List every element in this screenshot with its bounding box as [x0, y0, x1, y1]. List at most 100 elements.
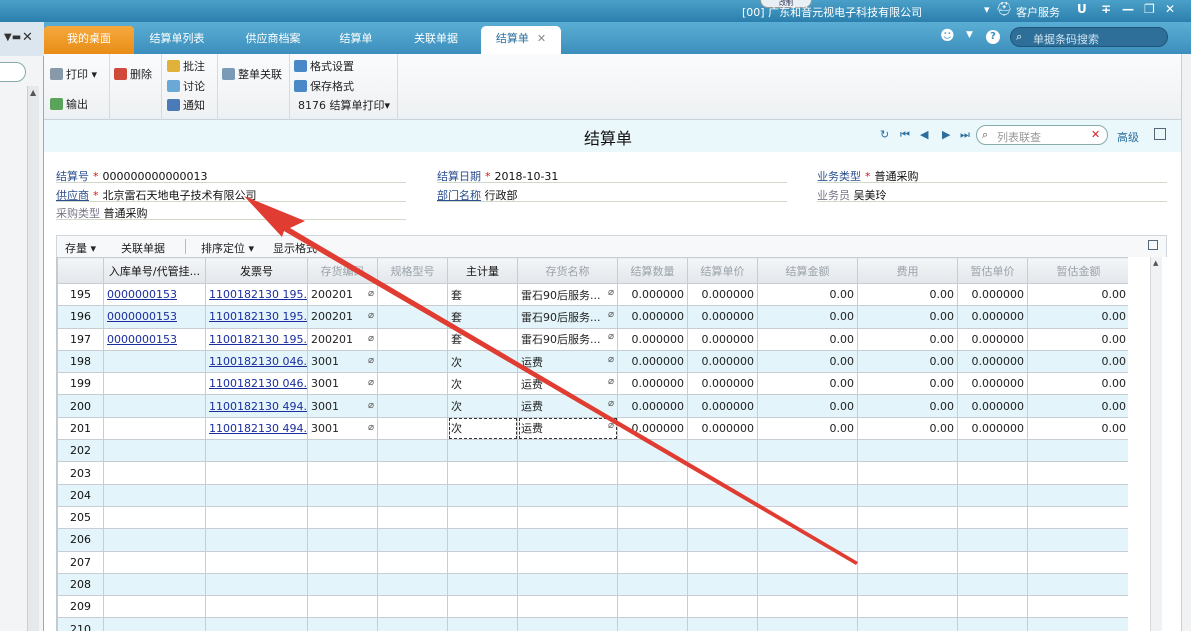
- table-row[interactable]: 199 1100182130 046... 3001 ⌀ 次 运费 ⌀ 0.000000 0.0…: [57, 372, 1128, 396]
- grid-scrollbar[interactable]: ▲: [1150, 257, 1162, 631]
- qty-cell[interactable]: 0.000000: [617, 282, 688, 307]
- code-cell[interactable]: [307, 461, 378, 485]
- stock-button[interactable]: 存量 ▾: [65, 240, 96, 256]
- fee-cell[interactable]: 0.00: [857, 349, 958, 374]
- paperclip-icon[interactable]: ⌀: [608, 420, 614, 431]
- invoice-cell[interactable]: 1100182130 195...: [205, 282, 308, 307]
- name-cell[interactable]: [517, 461, 618, 485]
- invoice-cell[interactable]: 1100182130 046...: [205, 349, 308, 374]
- spec-cell[interactable]: [377, 372, 448, 396]
- field-supplier[interactable]: 供应商 * 北京雷石天地电子技术有限公司: [56, 187, 406, 203]
- last-record-icon[interactable]: ⏭: [960, 128, 970, 142]
- price-cell[interactable]: [687, 528, 758, 552]
- est-amount-cell[interactable]: [1027, 617, 1128, 631]
- col-header-price[interactable]: 结算单价: [687, 257, 758, 284]
- spec-cell[interactable]: [377, 528, 448, 552]
- name-cell[interactable]: [517, 617, 618, 631]
- discuss-button[interactable]: 讨论: [167, 78, 205, 94]
- unit-cell[interactable]: [447, 528, 518, 552]
- qty-cell[interactable]: 0.000000: [617, 372, 688, 396]
- est-amount-cell[interactable]: [1027, 528, 1128, 552]
- amount-cell[interactable]: 0.00: [757, 349, 858, 374]
- price-cell[interactable]: 0.000000: [687, 349, 758, 374]
- est-price-cell[interactable]: [957, 617, 1028, 631]
- col-header-inbound[interactable]: 入库单号/代管挂...: [103, 257, 206, 284]
- smile-icon[interactable]: ☻: [940, 28, 955, 44]
- paperclip-icon[interactable]: ⌀: [368, 333, 374, 344]
- spec-cell[interactable]: [377, 617, 448, 631]
- tab-desktop[interactable]: 我的桌面: [44, 26, 134, 54]
- col-header-fee[interactable]: 费用: [857, 257, 958, 284]
- name-cell[interactable]: [517, 528, 618, 552]
- invoice-cell[interactable]: [205, 595, 308, 619]
- table-row[interactable]: 200 1100182130 494... 3001 ⌀ 次 运费 ⌀ 0.000000 0.0…: [57, 394, 1128, 418]
- code-cell[interactable]: [307, 528, 378, 552]
- code-cell[interactable]: [307, 595, 378, 619]
- unit-cell[interactable]: 套: [447, 282, 518, 307]
- field-purchase-type[interactable]: 采购类型 普通采购: [56, 205, 406, 221]
- table-row[interactable]: 207: [57, 550, 1128, 574]
- invoice-cell[interactable]: [205, 572, 308, 597]
- tab-supplier-file[interactable]: 供应商档案: [230, 26, 316, 54]
- qty-cell[interactable]: 0.000000: [617, 394, 688, 418]
- spec-cell[interactable]: [377, 305, 448, 329]
- inbound-cell[interactable]: [103, 372, 206, 396]
- inbound-cell[interactable]: [103, 505, 206, 530]
- spec-cell[interactable]: [377, 439, 448, 463]
- unit-cell[interactable]: [447, 461, 518, 485]
- unit-cell[interactable]: [447, 483, 518, 507]
- spec-cell[interactable]: [377, 483, 448, 507]
- paperclip-icon[interactable]: ⌀: [608, 376, 614, 387]
- first-record-icon[interactable]: ⏮: [900, 128, 910, 142]
- invoice-cell[interactable]: [205, 483, 308, 507]
- table-row[interactable]: 197 0000000153 1100182130 195... 200201 ⌀ 套 雷石…: [57, 327, 1128, 351]
- code-cell[interactable]: [307, 617, 378, 631]
- est-amount-cell[interactable]: [1027, 483, 1128, 507]
- scroll-up-icon[interactable]: ▲: [1153, 259, 1158, 267]
- est-amount-cell[interactable]: 0.00: [1027, 394, 1128, 418]
- table-row[interactable]: 198 1100182130 046... 3001 ⌀ 次 运费 ⌀ 0.000000 0.0…: [57, 349, 1128, 374]
- delete-button[interactable]: 删除: [114, 66, 152, 82]
- est-amount-cell[interactable]: 0.00: [1027, 416, 1128, 441]
- code-cell[interactable]: [307, 550, 378, 574]
- paperclip-icon[interactable]: ⌀: [368, 422, 374, 433]
- restore-icon[interactable]: ❐: [1144, 2, 1155, 16]
- close-icon[interactable]: ✕: [1165, 2, 1175, 16]
- est-price-cell[interactable]: [957, 528, 1028, 552]
- name-cell[interactable]: [517, 483, 618, 507]
- code-cell[interactable]: 200201 ⌀: [307, 305, 378, 329]
- code-cell[interactable]: 3001 ⌀: [307, 416, 378, 441]
- invoice-link[interactable]: 1100182130 046...: [209, 355, 307, 368]
- col-header-qty[interactable]: 结算数量: [617, 257, 688, 284]
- col-header-est-amount[interactable]: 暂估金额: [1027, 257, 1128, 284]
- code-cell[interactable]: 200201 ⌀: [307, 282, 378, 307]
- qty-cell[interactable]: [617, 528, 688, 552]
- fee-cell[interactable]: [857, 461, 958, 485]
- notify-button[interactable]: 通知: [167, 97, 205, 113]
- price-cell[interactable]: [687, 595, 758, 619]
- code-cell[interactable]: [307, 483, 378, 507]
- code-cell[interactable]: 3001 ⌀: [307, 349, 378, 374]
- panel-close-icon[interactable]: ✕: [22, 30, 33, 45]
- tab-close-icon[interactable]: ✕: [537, 32, 546, 45]
- tab-settlement[interactable]: 结算单: [324, 26, 388, 54]
- inbound-cell[interactable]: [103, 394, 206, 418]
- table-row[interactable]: 204: [57, 483, 1128, 507]
- col-header-code[interactable]: 存货编码: [307, 257, 378, 284]
- spec-cell[interactable]: [377, 349, 448, 374]
- name-cell[interactable]: [517, 439, 618, 463]
- table-row[interactable]: 208: [57, 572, 1128, 597]
- qty-cell[interactable]: [617, 572, 688, 597]
- est-price-cell[interactable]: 0.000000: [957, 394, 1028, 418]
- code-cell[interactable]: 3001 ⌀: [307, 372, 378, 396]
- spec-cell[interactable]: [377, 572, 448, 597]
- col-header-unit[interactable]: 主计量: [447, 257, 518, 284]
- est-amount-cell[interactable]: 0.00: [1027, 349, 1128, 374]
- field-biz-type[interactable]: 业务类型 * 普通采购: [817, 168, 1167, 184]
- est-amount-cell[interactable]: [1027, 461, 1128, 485]
- paperclip-icon[interactable]: ⌀: [368, 288, 374, 299]
- est-price-cell[interactable]: [957, 439, 1028, 463]
- name-cell[interactable]: 雷石90后服务... ⌀: [517, 305, 618, 329]
- advanced-link[interactable]: 高级: [1117, 129, 1139, 145]
- name-cell[interactable]: 运费 ⌀: [517, 416, 618, 441]
